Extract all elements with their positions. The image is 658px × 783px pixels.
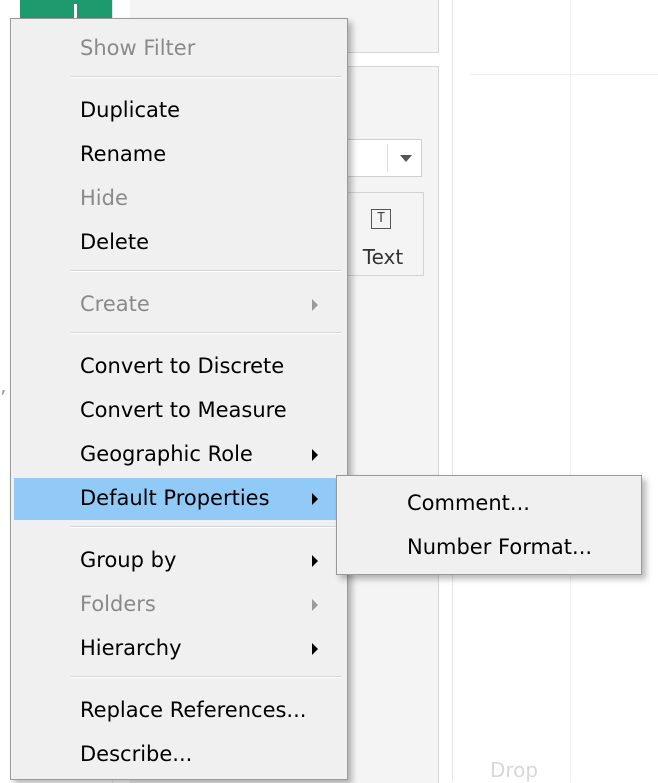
menu-item-label: Replace References... <box>80 698 307 722</box>
menu-item-label: Describe... <box>80 742 193 766</box>
menu-item-delete[interactable]: Delete <box>14 222 344 264</box>
menu-item-replace-references[interactable]: Replace References... <box>14 690 344 732</box>
menu-item-label: Rename <box>80 142 167 166</box>
dropdown-separator <box>387 144 388 172</box>
submenu-arrow-icon <box>312 643 318 655</box>
submenu-arrow-icon <box>312 449 318 461</box>
menu-item-describe[interactable]: Describe... <box>14 734 344 776</box>
menu-item-label: Convert to Measure <box>80 398 287 422</box>
menu-item-geographic-role[interactable]: Geographic Role <box>14 434 344 476</box>
menu-item-rename[interactable]: Rename <box>14 134 344 176</box>
data-pane-partial-text: ’ <box>0 386 7 410</box>
canvas-gridline <box>570 0 571 782</box>
submenu-arrow-icon <box>312 299 318 311</box>
menu-item-label: Create <box>80 292 150 316</box>
canvas-gridline <box>470 74 658 75</box>
menu-item-create[interactable]: Create <box>14 284 344 326</box>
menu-item-label: Hierarchy <box>80 636 182 660</box>
submenu-item-comment[interactable]: Comment... <box>340 483 638 525</box>
menu-item-default-properties[interactable]: Default Properties <box>14 478 344 520</box>
text-icon: T <box>371 209 391 229</box>
text-mark-label: Text <box>362 245 404 269</box>
menu-item-convert-to-discrete[interactable]: Convert to Discrete <box>14 346 344 388</box>
mark-type-dropdown[interactable] <box>340 139 422 177</box>
default-properties-submenu: Comment... Number Format... <box>336 475 642 575</box>
text-mark-button[interactable]: T Text <box>340 192 424 276</box>
menu-item-label: Delete <box>80 230 149 254</box>
menu-item-label: Show Filter <box>80 36 196 60</box>
menu-item-duplicate[interactable]: Duplicate <box>14 90 344 132</box>
drop-hint: Drop <box>490 758 539 782</box>
menu-separator <box>71 526 341 528</box>
menu-item-label: Geographic Role <box>80 442 253 466</box>
menu-item-label: Number Format... <box>407 535 593 559</box>
menu-item-group-by[interactable]: Group by <box>14 540 344 582</box>
pane-divider <box>452 0 453 782</box>
menu-item-label: Group by <box>80 548 177 572</box>
menu-item-convert-to-measure[interactable]: Convert to Measure <box>14 390 344 432</box>
menu-item-label: Duplicate <box>80 98 181 122</box>
menu-item-label: Comment... <box>407 491 530 515</box>
menu-item-show-filter[interactable]: Show Filter <box>14 28 344 70</box>
submenu-arrow-icon <box>312 555 318 567</box>
chevron-down-icon[interactable] <box>400 155 412 162</box>
menu-item-hierarchy[interactable]: Hierarchy <box>14 628 344 670</box>
menu-separator <box>71 332 341 334</box>
menu-separator <box>71 76 341 78</box>
menu-item-label: Convert to Discrete <box>80 354 285 378</box>
menu-separator <box>71 270 341 272</box>
menu-item-folders[interactable]: Folders <box>14 584 344 626</box>
menu-item-label: Folders <box>80 592 156 616</box>
context-menu: Show Filter Duplicate Rename Hide Delete… <box>10 18 348 780</box>
menu-item-hide[interactable]: Hide <box>14 178 344 220</box>
menu-item-label: Hide <box>80 186 128 210</box>
submenu-item-number-format[interactable]: Number Format... <box>340 527 638 569</box>
submenu-arrow-icon <box>312 493 318 505</box>
submenu-arrow-icon <box>312 599 318 611</box>
menu-separator <box>71 676 341 678</box>
menu-item-label: Default Properties <box>80 486 270 510</box>
